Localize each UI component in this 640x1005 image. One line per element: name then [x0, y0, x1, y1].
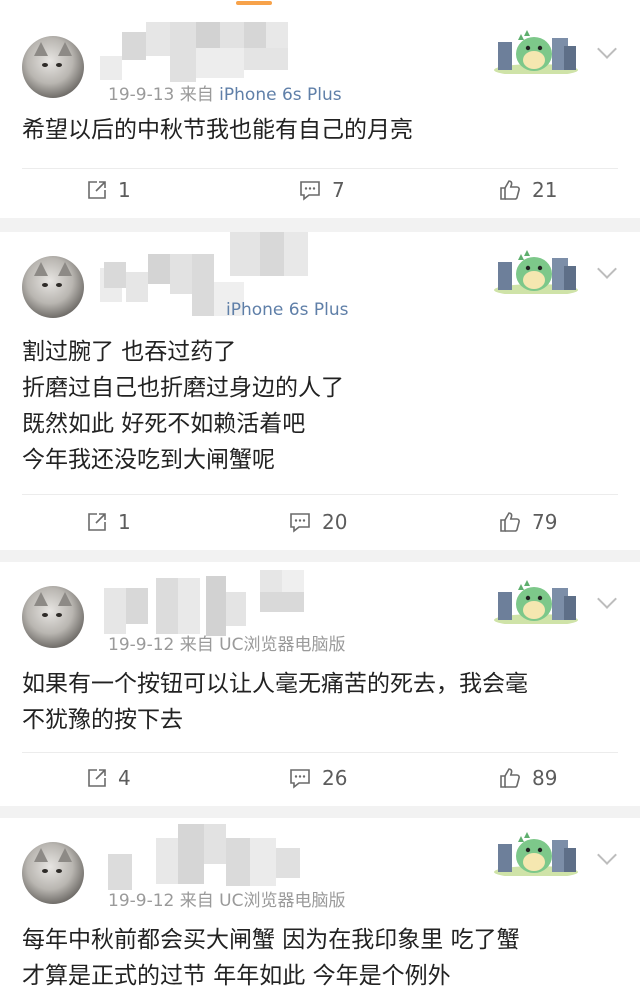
divider: [22, 752, 618, 753]
more-chevron-down-icon[interactable]: [597, 589, 617, 609]
active-tab-indicator: [236, 1, 272, 5]
repost-button[interactable]: 1: [86, 510, 131, 534]
post-meta: 19-9-13 来自 iPhone 6s Plus: [108, 80, 342, 105]
divider: [22, 494, 618, 495]
repost-count: 1: [118, 178, 131, 202]
post-meta: iPhone 6s Plus: [108, 300, 348, 320]
like-button[interactable]: 89: [498, 766, 557, 790]
thumbs-up-icon: [500, 768, 520, 788]
post-from: 来自: [179, 891, 214, 911]
post-card[interactable]: iPhone 6s Plus 割过腕了 也吞过药了 折磨过自己也折磨过身边的人了…: [0, 232, 640, 550]
comment-icon: [290, 769, 310, 789]
repost-button[interactable]: 4: [86, 766, 131, 790]
divider: [22, 168, 618, 169]
like-button[interactable]: 21: [498, 178, 557, 202]
post-date: 19-9-12: [108, 635, 175, 655]
post-source[interactable]: iPhone 6s Plus: [226, 300, 348, 320]
post-date: 19-9-12: [108, 891, 175, 911]
like-button[interactable]: 79: [498, 510, 557, 534]
comment-button[interactable]: 26: [288, 766, 347, 790]
blurred-username: [100, 566, 310, 638]
avatar[interactable]: [22, 36, 84, 98]
post-meta: 19-9-12 来自 UC浏览器电脑版: [108, 886, 346, 911]
post-card[interactable]: 19-9-12 来自 UC浏览器电脑版 每年中秋前都会买大闸蟹 因为在我印象里 …: [0, 818, 640, 1005]
post-source[interactable]: UC浏览器电脑版: [219, 635, 345, 655]
thumbs-up-icon: [500, 512, 520, 532]
post-text: 割过腕了 也吞过药了 折磨过自己也折磨过身边的人了 既然如此 好死不如赖活着吧 …: [22, 339, 344, 473]
avatar[interactable]: [22, 842, 84, 904]
comment-count: 7: [332, 178, 345, 202]
post-card[interactable]: 19-9-13 来自 iPhone 6s Plus 希望以后的中秋节我也能有自己…: [0, 12, 640, 218]
post-meta: 19-9-12 来自 UC浏览器电脑版: [108, 630, 346, 655]
post-source[interactable]: UC浏览器电脑版: [219, 891, 345, 911]
repost-count: 1: [118, 510, 131, 534]
post-from: 来自: [179, 85, 214, 105]
dinosaur-sticker-icon[interactable]: [494, 828, 578, 876]
top-tab-bar: [0, 0, 640, 12]
post-text: 如果有一个按钮可以让人毫无痛苦的死去，我会毫 不犹豫的按下去: [22, 671, 528, 733]
repost-count: 4: [118, 766, 131, 790]
repost-icon: [88, 181, 106, 199]
dinosaur-sticker-icon[interactable]: [494, 26, 578, 74]
comment-count: 26: [322, 766, 348, 790]
repost-icon: [88, 769, 106, 787]
comment-button[interactable]: 20: [288, 510, 347, 534]
comment-icon: [300, 181, 320, 201]
comment-button[interactable]: 7: [298, 178, 345, 202]
more-chevron-down-icon[interactable]: [597, 39, 617, 59]
like-count: 89: [532, 766, 558, 790]
avatar[interactable]: [22, 586, 84, 648]
comment-icon: [290, 513, 310, 533]
post-text: 每年中秋前都会买大闸蟹 因为在我印象里 吃了蟹 才算是正式的过节 年年如此 今年…: [22, 927, 520, 989]
dinosaur-sticker-icon[interactable]: [494, 576, 578, 624]
thumbs-up-icon: [500, 180, 520, 200]
post-card[interactable]: 19-9-12 来自 UC浏览器电脑版 如果有一个按钮可以让人毫无痛苦的死去，我…: [0, 562, 640, 806]
post-source[interactable]: iPhone 6s Plus: [219, 85, 341, 105]
more-chevron-down-icon[interactable]: [597, 845, 617, 865]
comment-count: 20: [322, 510, 348, 534]
blurred-username: [100, 824, 310, 894]
avatar[interactable]: [22, 256, 84, 318]
like-count: 21: [532, 178, 558, 202]
repost-icon: [88, 513, 106, 531]
post-from: 来自: [179, 635, 214, 655]
repost-button[interactable]: 1: [86, 178, 131, 202]
like-count: 79: [532, 510, 558, 534]
more-chevron-down-icon[interactable]: [597, 259, 617, 279]
blurred-username: [100, 18, 290, 86]
post-date: 19-9-13: [108, 85, 175, 105]
dinosaur-sticker-icon[interactable]: [494, 246, 578, 294]
post-text: 希望以后的中秋节我也能有自己的月亮: [22, 117, 413, 143]
